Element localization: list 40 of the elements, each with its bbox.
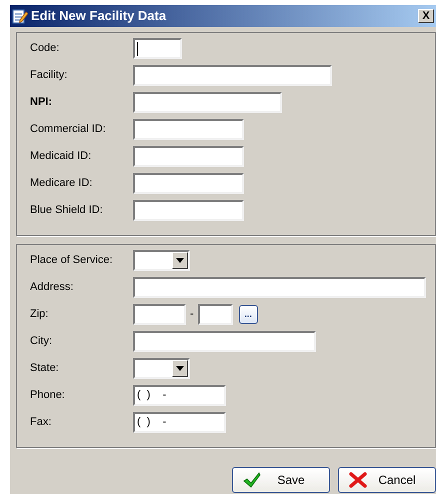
close-icon: [349, 472, 367, 488]
cancel-button[interactable]: Cancel: [338, 467, 436, 493]
input-field[interactable]: [133, 173, 244, 194]
field-value: ( ) -: [137, 388, 166, 404]
field-label: Place of Service:: [29, 253, 114, 268]
field-label: Fax:: [29, 415, 52, 430]
field-label: Facility:: [29, 68, 68, 84]
input-field[interactable]: [133, 65, 332, 86]
field-label: Commercial ID:: [29, 122, 107, 138]
dropdown[interactable]: [133, 358, 190, 379]
field-label: Phone:: [29, 388, 66, 404]
input-field[interactable]: ( ) -: [133, 385, 226, 406]
checkmark-icon: [243, 472, 261, 488]
field-label: Medicare ID:: [29, 176, 94, 192]
field-label: Blue Shield ID:: [29, 203, 104, 218]
input-field[interactable]: [133, 119, 244, 140]
notepad-pencil-icon: [12, 8, 28, 24]
input-field[interactable]: [198, 304, 233, 325]
input-field[interactable]: [133, 200, 244, 221]
input-field[interactable]: [133, 38, 182, 59]
window-title: Edit New Facility Data: [31, 7, 166, 26]
input-field[interactable]: [133, 146, 244, 167]
save-button[interactable]: Save: [232, 467, 330, 493]
input-field[interactable]: [133, 304, 186, 325]
field-label: Code:: [29, 41, 60, 56]
close-button[interactable]: X: [418, 9, 434, 23]
field-label: NPI:: [29, 95, 53, 110]
field-label: Zip:: [29, 307, 50, 322]
input-field[interactable]: [133, 277, 426, 298]
input-field[interactable]: [133, 92, 282, 113]
dropdown[interactable]: [133, 250, 190, 271]
input-field[interactable]: ( ) -: [133, 412, 226, 433]
input-field[interactable]: [133, 331, 316, 352]
field-value: ( ) -: [137, 415, 166, 430]
field-label: State:: [29, 361, 60, 376]
field-label: City:: [29, 334, 53, 350]
lookup-button[interactable]: ...: [238, 305, 258, 324]
field-label: Address:: [29, 280, 74, 296]
zip-separator: -: [190, 307, 194, 322]
field-label: Medicaid ID:: [29, 149, 92, 164]
